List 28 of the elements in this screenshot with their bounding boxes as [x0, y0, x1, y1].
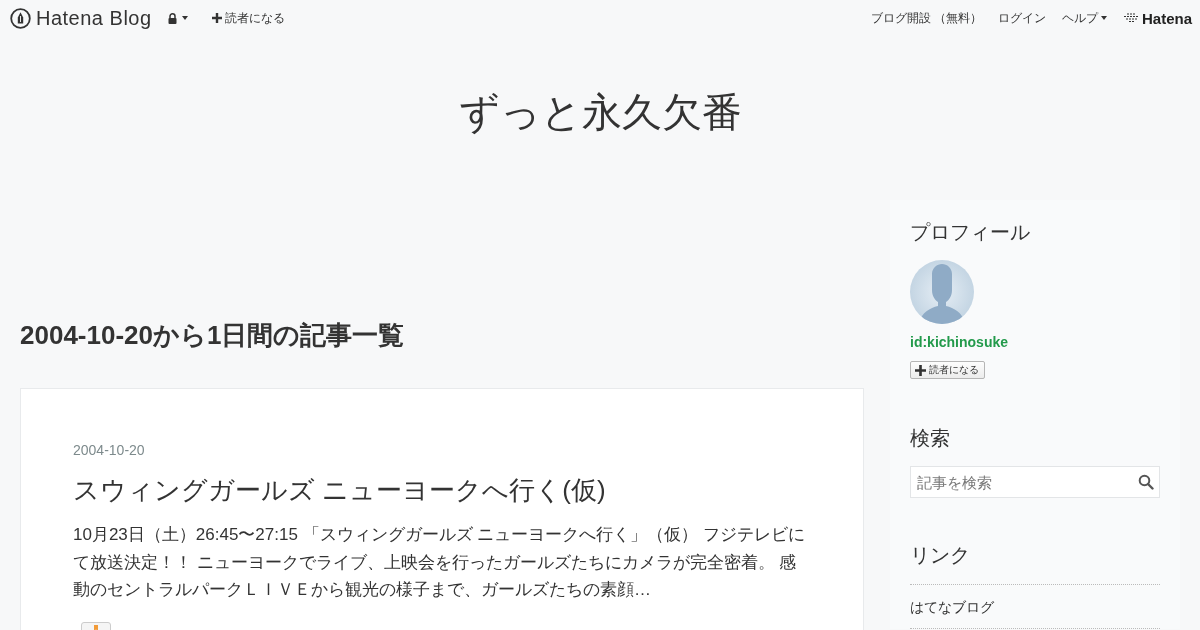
caret-icon [1100, 16, 1107, 20]
search-field[interactable]: 記事を検索 [910, 466, 1160, 498]
plus-icon [915, 364, 926, 376]
search-icon [1138, 474, 1154, 490]
subscribe-button[interactable]: 読者になる [910, 361, 985, 379]
subscribe-link[interactable]: 読者になる [211, 9, 285, 27]
striped-logo-icon [1122, 13, 1139, 23]
archive-heading: 2004-10-20から1日間の記事一覧 [20, 319, 406, 352]
profile-heading: プロフィール [910, 220, 1031, 245]
bookmark-icon [94, 624, 98, 630]
hatena-logo[interactable]: Hatena [1122, 9, 1192, 27]
caret-icon [181, 16, 188, 20]
blog-title[interactable]: ずっと永久欠番 [458, 90, 742, 134]
help-menu[interactable]: ヘルプ [1061, 9, 1107, 27]
search-button[interactable] [1138, 474, 1154, 490]
plus-icon [211, 13, 222, 23]
entry-date: 2004-10-20 [73, 442, 146, 458]
links-heading: リンク [910, 543, 971, 568]
avatar-silhouette-icon [910, 260, 974, 324]
search-heading: 検索 [910, 426, 951, 451]
entry-title[interactable]: スウィングガールズ ニューヨークへ行く(仮) [73, 473, 811, 507]
lock-icon [167, 12, 177, 24]
header-link[interactable]: ログイン [997, 9, 1046, 27]
entry-summary: 10月23日（土）26:45〜27:15 「スウィングガールズ ニューヨークへ行く」（仮） フジテレビにて放送決定！！ ニューヨークでライブ、上映会を行ったガールズたちにカメラが完全密着。 感動のセントラルパークＬＩＶＥから観光の様子まで、ガールズたちの素顔… [73, 524, 807, 601]
pen-nib-icon [10, 7, 31, 29]
header-link[interactable]: ブログ開設 （無料） [870, 9, 982, 27]
blog-logo[interactable]: Hatena Blog [10, 6, 152, 30]
sidebar-link[interactable]: はてなブログ [910, 599, 994, 615]
